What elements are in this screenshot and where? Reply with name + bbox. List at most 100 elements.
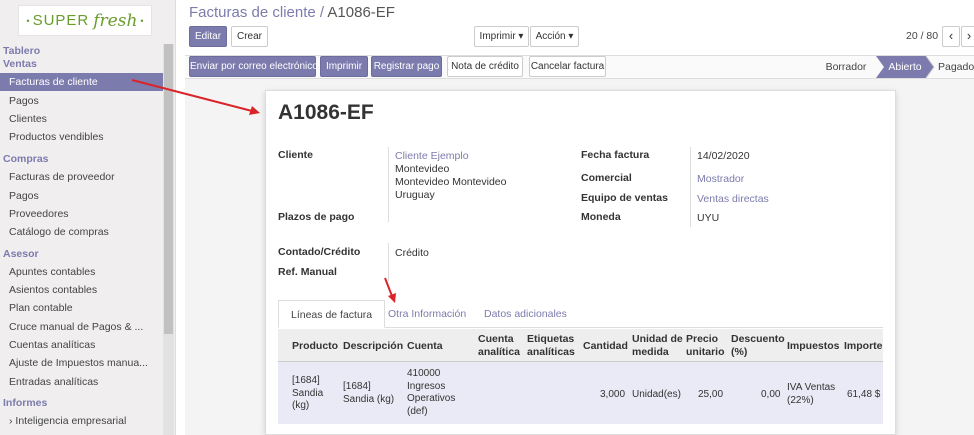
col-impuestos[interactable]: Impuestos xyxy=(787,340,840,353)
cell-producto-line2: Sandia xyxy=(292,387,324,399)
cell-descripcion-line2: Sandia (kg) xyxy=(343,393,395,405)
sidebar-item-plan-contable[interactable]: Plan contable xyxy=(9,302,73,314)
sidebar-scrollbar-thumb[interactable] xyxy=(164,44,173,334)
sidebar-item-facturas-proveedor[interactable]: Facturas de proveedor xyxy=(9,171,115,183)
cell-descuento: 0,00 xyxy=(761,389,781,400)
breadcrumb-parent-link[interactable]: Facturas de cliente xyxy=(189,4,316,21)
breadcrumb-separator: / xyxy=(315,4,328,21)
sidebar-item-proveedores[interactable]: Proveedores xyxy=(9,208,69,220)
col-unidad-line2: medida xyxy=(632,346,669,358)
sidebar-item-cuentas-analiticas[interactable]: Cuentas analíticas xyxy=(9,339,95,351)
sidebar-item-entradas-analiticas[interactable]: Entradas analíticas xyxy=(9,376,98,388)
cell-cuenta-line3: Operativos xyxy=(407,393,456,404)
plazos-pago-label: Plazos de pago xyxy=(278,211,355,223)
col-precio-line1: Precio xyxy=(686,333,719,345)
col-etiquetas-line1: Etiquetas xyxy=(527,333,575,345)
print-dropdown-button[interactable]: Imprimir ▾ xyxy=(474,26,529,47)
cell-cantidad: 3,000 xyxy=(600,389,626,400)
breadcrumb: Facturas de cliente / A1086-EF xyxy=(189,4,395,21)
send-email-button[interactable]: Enviar por correo electrónico xyxy=(189,56,318,77)
register-payment-button[interactable]: Registrar pago xyxy=(371,56,442,77)
col-producto[interactable]: Producto xyxy=(292,340,338,353)
sidebar-item-ajuste-impuestos[interactable]: Ajuste de Impuestos manua... xyxy=(9,357,148,369)
cliente-address-line3: Uruguay xyxy=(395,189,435,201)
credit-note-button[interactable]: Nota de crédito xyxy=(447,56,523,77)
moneda-value: UYU xyxy=(697,212,720,224)
fecha-factura-value: 14/02/2020 xyxy=(697,150,750,162)
sidebar-item-apuntes-contables[interactable]: Apuntes contables xyxy=(9,266,95,278)
create-button[interactable]: Crear xyxy=(231,26,268,47)
col-descuento-line1: Descuento xyxy=(731,333,785,345)
edit-button[interactable]: Editar xyxy=(189,26,227,47)
cell-impuestos: IVA Ventas (22%) xyxy=(787,382,835,407)
comercial-link[interactable]: Mostrador xyxy=(697,173,744,186)
contado-credito-value: Crédito xyxy=(395,247,429,259)
sidebar-item-inteligencia-empresarial[interactable]: › Inteligencia empresarial xyxy=(9,415,126,427)
logo-dot: • xyxy=(140,15,144,26)
cliente-address-line2: Montevideo Montevideo xyxy=(395,176,507,188)
moneda-label: Moneda xyxy=(581,211,621,223)
col-cuenta-analitica-line1: Cuenta xyxy=(478,333,514,345)
invoice-number-title: A1086-EF xyxy=(278,101,374,124)
col-precio-unitario[interactable]: Precio unitario xyxy=(686,333,725,359)
invoice-lines-table-header: Producto Descripción Cuenta Cuenta analí… xyxy=(278,329,883,362)
cell-unidad: Unidad(es) xyxy=(632,389,681,400)
col-cuenta[interactable]: Cuenta xyxy=(407,340,443,353)
cell-producto: [1684] Sandia (kg) xyxy=(292,375,323,413)
cell-precio: 25,00 xyxy=(698,389,724,400)
col-descuento[interactable]: Descuento (%) xyxy=(731,333,785,359)
col-etiquetas-line2: analíticas xyxy=(527,346,575,358)
sidebar-item-facturas-cliente[interactable]: Facturas de cliente xyxy=(0,73,163,91)
sidebar-section-informes: Informes xyxy=(3,397,48,409)
cell-cuenta: 410000 Ingresos Operativos (def) xyxy=(407,368,455,418)
cell-producto-line3: (kg) xyxy=(292,400,310,411)
sidebar-item-productos-vendibles[interactable]: Productos vendibles xyxy=(9,131,104,143)
action-dropdown-button[interactable]: Acción ▾ xyxy=(530,26,579,47)
stage-abierto[interactable]: Abierto xyxy=(884,56,926,78)
tab-lineas-factura[interactable]: Líneas de factura xyxy=(278,300,386,328)
sidebar-item-clientes[interactable]: Clientes xyxy=(9,113,47,125)
sidebar-item-pagos[interactable]: Pagos xyxy=(9,95,39,107)
cliente-link[interactable]: Cliente Ejemplo xyxy=(395,150,469,163)
cell-descripcion-line1: [1684] xyxy=(343,381,371,392)
sidebar-item-cruce-manual[interactable]: Cruce manual de Pagos & ... xyxy=(9,321,143,333)
cell-importe: 61,48 $ xyxy=(847,389,881,400)
col-cuenta-analitica[interactable]: Cuenta analítica xyxy=(478,333,520,359)
col-descuento-line2: (%) xyxy=(731,346,748,358)
print-button[interactable]: Imprimir xyxy=(320,56,368,77)
col-unidad-medida[interactable]: Unidad de medida xyxy=(632,333,683,359)
col-descripcion[interactable]: Descripción xyxy=(343,340,403,353)
sidebar-item-asientos-contables[interactable]: Asientos contables xyxy=(9,284,97,296)
cell-cuenta-line2: Ingresos xyxy=(407,380,446,392)
equipo-ventas-link[interactable]: Ventas directas xyxy=(697,193,769,206)
col-precio-line2: unitario xyxy=(686,346,725,358)
cell-cuenta-line1: 410000 xyxy=(407,368,441,379)
col-cuenta-analitica-line2: analítica xyxy=(478,346,521,358)
stage-pagado[interactable]: Pagado xyxy=(938,56,974,78)
pager-prev-button[interactable]: ‹ xyxy=(942,26,960,47)
sidebar-scrollbar[interactable] xyxy=(163,44,174,435)
cliente-address-line1: Montevideo xyxy=(395,163,450,175)
tab-datos-adicionales[interactable]: Datos adicionales xyxy=(472,300,579,328)
col-etiquetas-analiticas[interactable]: Etiquetas analíticas xyxy=(527,333,575,359)
fecha-factura-label: Fecha factura xyxy=(581,149,650,161)
field-divider xyxy=(388,147,389,222)
sidebar-section-asesor: Asesor xyxy=(3,248,39,260)
sidebar-item-pagos-compras[interactable]: Pagos xyxy=(9,190,39,202)
sidebar-section-tablero[interactable]: Tablero xyxy=(3,45,40,57)
col-cantidad[interactable]: Cantidad xyxy=(583,340,628,353)
stage-borrador[interactable]: Borrador xyxy=(818,56,874,78)
comercial-label: Comercial xyxy=(581,172,632,184)
field-divider xyxy=(388,243,389,281)
table-row[interactable]: [1684] Sandia (kg) [1684] Sandia (kg) 41… xyxy=(278,362,883,424)
col-importe[interactable]: Importe xyxy=(844,340,883,353)
logo-super-text: SUPER xyxy=(32,12,90,29)
col-unidad-line1: Unidad de xyxy=(632,333,683,345)
sidebar: • SUPER fresh • Tablero Ventas Facturas … xyxy=(0,0,176,435)
cell-cuenta-line4: (def) xyxy=(407,405,428,417)
tab-otra-informacion[interactable]: Otra Información xyxy=(376,300,478,328)
logo-fresh-text: fresh xyxy=(93,10,138,31)
cancel-invoice-button[interactable]: Cancelar factura xyxy=(529,56,606,77)
pager-next-button[interactable]: › xyxy=(961,26,974,47)
sidebar-item-catalogo-compras[interactable]: Catálogo de compras xyxy=(9,226,109,238)
